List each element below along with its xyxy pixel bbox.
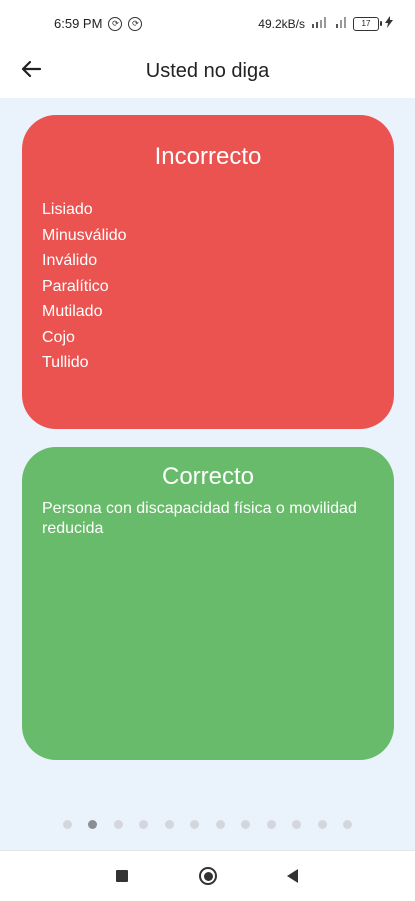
signal-icon <box>335 16 347 31</box>
status-bar: 6:59 PM ⟳ ⟳ 49.2kB/s 17 <box>0 0 415 46</box>
list-item: Paralítico <box>42 277 109 295</box>
content-area: Incorrecto Lisiado Minusválido Inválido … <box>0 98 415 850</box>
notification-icon: ⟳ <box>128 16 143 31</box>
correct-card: Correcto Persona con discapacidad física… <box>22 447 394 760</box>
network-speed: 49.2kB/s <box>258 16 305 31</box>
page-dot[interactable] <box>317 820 327 829</box>
app-bar: Usted no diga <box>0 46 415 98</box>
page-dot[interactable] <box>164 820 174 829</box>
list-item: Lisiado <box>42 201 93 218</box>
page-dot-active[interactable] <box>88 820 98 829</box>
system-nav-bar <box>0 850 415 901</box>
page-dot[interactable] <box>292 820 302 829</box>
battery-icon: 17 <box>353 16 382 31</box>
page-dot[interactable] <box>241 820 251 829</box>
correct-title: Correcto <box>161 463 255 490</box>
list-item: Cojo <box>42 328 75 346</box>
page-dot[interactable] <box>343 820 353 829</box>
incorrect-title: Incorrecto <box>154 143 262 170</box>
status-right: 49.2kB/s 17 <box>258 16 393 31</box>
recents-square-icon[interactable] <box>116 870 128 882</box>
list-item: Mutilado <box>42 303 103 320</box>
page-dot[interactable] <box>215 820 225 829</box>
battery-level: 17 <box>361 19 371 28</box>
page-dot[interactable] <box>113 820 123 829</box>
list-item: Minusválido <box>42 226 127 244</box>
incorrect-list: Lisiado Minusválido Inválido Paralítico … <box>42 197 394 376</box>
page-dot[interactable] <box>190 820 200 829</box>
status-time: 6:59 PM <box>54 16 103 31</box>
page-indicator <box>0 820 415 829</box>
page-dot[interactable] <box>62 820 72 829</box>
back-triangle-icon[interactable] <box>287 869 298 883</box>
page-title: Usted no diga <box>145 60 270 82</box>
charging-icon <box>385 16 393 31</box>
correct-text: Persona con discapacidad física o movili… <box>42 500 357 537</box>
list-item: Inválido <box>42 252 98 269</box>
home-circle-icon[interactable] <box>199 867 217 885</box>
signal-icon <box>311 16 329 31</box>
page-dot[interactable] <box>139 820 149 829</box>
status-left: 6:59 PM ⟳ ⟳ <box>54 16 143 31</box>
list-item: Tullido <box>42 354 89 371</box>
incorrect-card: Incorrecto Lisiado Minusválido Inválido … <box>22 115 394 429</box>
page-dot[interactable] <box>266 820 276 829</box>
notification-icon: ⟳ <box>108 16 123 31</box>
